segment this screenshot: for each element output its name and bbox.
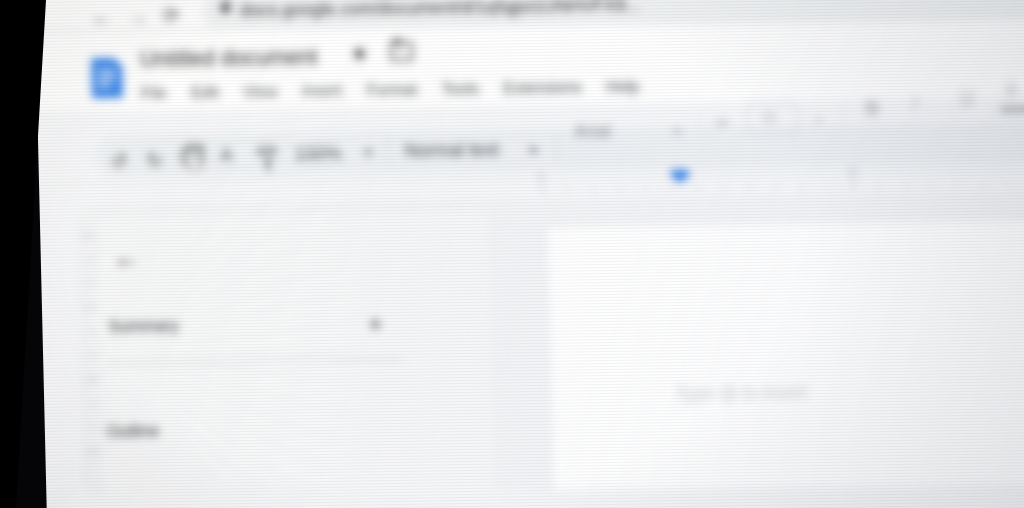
chevron-down-icon[interactable] [363, 150, 374, 157]
menu-item-extensions[interactable]: Extensions [503, 79, 582, 98]
move-to-folder-icon[interactable] [389, 41, 414, 62]
spellcheck-icon[interactable]: A [220, 145, 233, 166]
menu-item-tools[interactable]: Tools [441, 81, 479, 100]
underline-icon[interactable]: U [960, 87, 974, 109]
lock-icon [220, 4, 231, 13]
chevron-down-icon[interactable] [671, 128, 683, 136]
menu-item-edit[interactable]: Edit [191, 84, 219, 102]
reload-icon[interactable]: ⟳ [163, 5, 180, 27]
document-placeholder: Type @ to insert [674, 382, 807, 405]
zoom-value[interactable]: 100% [294, 143, 342, 166]
decrease-font-size-button[interactable] [715, 121, 729, 124]
document-outline-panel [97, 211, 495, 498]
document-page[interactable]: Type @ to insert [545, 217, 1024, 491]
document-title[interactable]: Untitled document [140, 44, 318, 72]
google-docs-icon[interactable] [91, 58, 123, 98]
photo-of-monitor: ← → ⟳ docs.google.com/document/d/1q5gjoi… [0, 0, 1024, 508]
star-icon[interactable]: ★ [350, 41, 369, 66]
forward-arrow-icon[interactable]: → [127, 5, 149, 28]
increase-font-size-button[interactable]: + [814, 111, 824, 131]
chevron-down-icon[interactable] [528, 147, 539, 155]
ruler-number: 2 [849, 166, 857, 179]
ruler-number: 1 [537, 170, 545, 183]
redo-icon[interactable]: ↻ [146, 148, 163, 173]
menu-item-help[interactable]: Help [606, 79, 639, 97]
menu-item-view[interactable]: View [243, 84, 278, 102]
summary-label: Summary [108, 316, 180, 336]
panel-back-arrow-icon[interactable]: ← [112, 243, 140, 274]
paragraph-style-value[interactable]: Normal text [404, 139, 499, 162]
toolbar-divider [843, 98, 845, 125]
italic-icon[interactable]: I [912, 93, 918, 115]
text-color-icon[interactable]: A [1005, 80, 1018, 102]
text-color-swatch[interactable] [1000, 106, 1024, 113]
paint-format-icon[interactable] [258, 146, 276, 156]
outline-label: Outline [106, 422, 160, 442]
menu-item-format[interactable]: Format [366, 82, 417, 101]
add-summary-button[interactable]: + [368, 311, 383, 339]
monitor-screen: ← → ⟳ docs.google.com/document/d/1q5gjoi… [34, 0, 1024, 508]
back-arrow-icon[interactable]: ← [91, 6, 113, 29]
menu-item-insert[interactable]: Insert [302, 83, 342, 102]
print-icon[interactable] [181, 149, 204, 164]
menu-item-file[interactable]: File [141, 85, 167, 103]
undo-icon[interactable]: ↺ [110, 149, 127, 174]
font-family-value[interactable]: Arial [574, 120, 612, 143]
bold-icon[interactable]: B [865, 98, 879, 120]
font-size-value: 11 [760, 108, 778, 126]
